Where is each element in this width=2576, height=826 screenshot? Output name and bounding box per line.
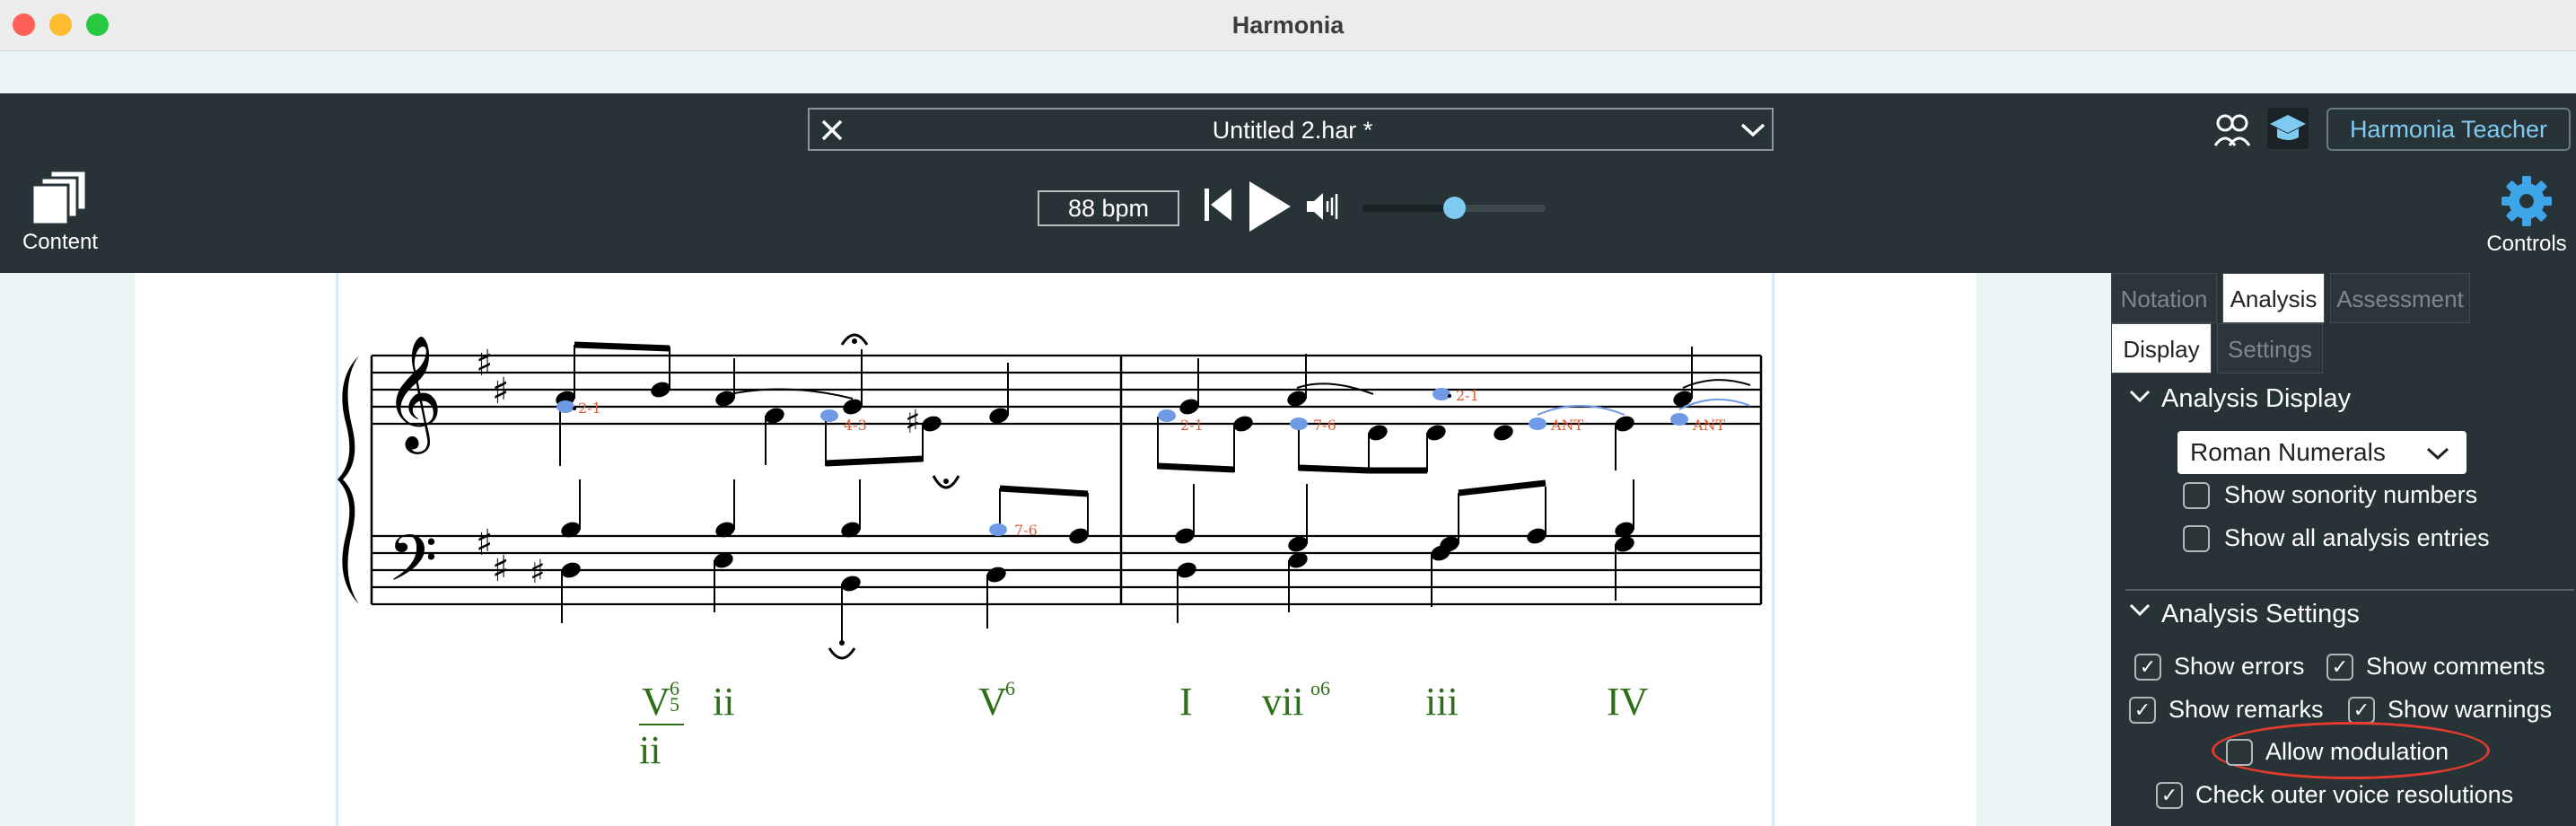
chevron-down-icon[interactable] [2129,602,2151,620]
annotation-5: 7-6 [1313,417,1336,434]
allow-modulation-label: Allow modulation [2265,738,2449,765]
annotation-6: 2-1 [1456,387,1479,404]
annotation-3: 7-6 [1014,522,1038,539]
file-name: Untitled 2.har * [1212,117,1373,144]
analysis-highlights [556,388,1688,536]
svg-text:♯: ♯ [476,523,493,564]
show-errors-label: Show errors [2174,653,2305,680]
show-comments-checkbox[interactable]: ✓ [2326,654,2353,681]
svg-text:♯: ♯ [492,371,509,412]
analysis-type-value: Roman Numerals [2190,438,2386,466]
analysis-settings-title: Analysis Settings [2161,600,2360,628]
tempo-field[interactable]: 88 bpm [1038,190,1179,226]
tab-assessment[interactable]: Assessment [2330,273,2470,323]
show-all-analysis-entries-checkbox[interactable] [2183,525,2210,552]
roman-numeral-iii: iii [1425,680,1459,724]
bass-beams [999,479,1546,497]
subtab-settings[interactable]: Settings [2217,323,2323,373]
tab-analysis[interactable]: Analysis [2222,273,2325,323]
roman-numeral-I: I [1179,680,1193,724]
analysis-type-select[interactable]: Roman Numerals [2177,431,2466,474]
check-outer-voice-resolutions-label: Check outer voice resolutions [2195,781,2514,808]
annotation-7: ANT [1550,417,1584,434]
content-label: Content [22,230,99,254]
gear-icon [2502,176,2552,226]
show-remarks-checkbox[interactable]: ✓ [2129,697,2156,724]
score-page: 𝄞 𝄢 ♯ ♯ ♯ ♯ ♯ ♯ 2-1 4-3 7-6 2-1 7-6 2-1 … [135,273,1976,826]
system-brace [337,356,359,604]
volume-slider-fill [1362,205,1452,212]
check-outer-voice-resolutions-checkbox[interactable]: ✓ [2156,782,2183,809]
show-warnings-label: Show warnings [2388,696,2553,723]
subtab-display[interactable]: Display [2111,323,2212,373]
treble-sharp: ♯ [905,404,920,441]
controls-button[interactable]: Controls [2477,174,2571,260]
roman-numeral-vii: vii [1262,680,1303,724]
annotation-1: 2-1 [578,400,601,417]
volume-slider-thumb[interactable] [1443,197,1466,219]
svg-text:♯: ♯ [476,343,493,384]
bass-clef-icon: 𝄢 [388,522,437,611]
annotation-4: 2-1 [1180,417,1204,434]
chevron-down-icon[interactable] [2129,388,2151,406]
score-notation: 𝄞 𝄢 ♯♯ ♯♯ ♯ ♯ 2-1 4-3 7-6 2-1 7-6 2-1 AN… [337,333,1763,772]
figure-5: 5 [670,693,679,716]
treble-clef-icon: 𝄞 [384,334,442,454]
annotation-2: 4-3 [844,417,867,434]
show-errors-checkbox[interactable]: ✓ [2134,654,2161,681]
harmonia-teacher-button[interactable]: Harmonia Teacher [2326,108,2571,151]
roman-numeral-V65: V [642,680,670,724]
controls-label: Controls [2486,232,2567,256]
volume-slider[interactable] [1362,197,1546,219]
roman-numeral-V6: V [978,680,1007,724]
play-icon[interactable] [1246,180,1292,233]
teacher-mode-toggle[interactable] [2267,108,2309,149]
content-button[interactable]: Content [20,167,101,257]
volume-icon[interactable] [1305,189,1341,224]
annotation-8: ANT [1692,417,1726,434]
analysis-display-title: Analysis Display [2161,384,2352,413]
roman-numeral-IV: IV [1607,680,1649,724]
file-selector[interactable]: Untitled 2.har * [808,108,1774,151]
bass-notes [561,522,1634,592]
treble-stems [559,345,1693,472]
toolbar: Content Untitled 2.har * 88 bpm Harmonia… [0,93,2576,273]
figure-vii: o6 [1310,677,1330,699]
tab-notation[interactable]: Notation [2111,273,2217,323]
show-all-analysis-entries-label: Show all analysis entries [2224,524,2490,551]
show-sonority-numbers-label: Show sonority numbers [2224,481,2478,508]
show-remarks-label: Show remarks [2169,696,2324,723]
svg-text:♯: ♯ [492,549,509,590]
allow-modulation-checkbox[interactable] [2226,739,2253,766]
pages-icon [31,169,88,226]
fermata-bottom [828,647,856,660]
bass-sharp: ♯ [530,554,545,591]
window-titlebar: Harmonia [0,0,2576,51]
figure-V6: 6 [1005,677,1015,699]
show-comments-label: Show comments [2366,653,2545,680]
collaborators-icon[interactable] [2213,113,2251,147]
show-warnings-checkbox[interactable]: ✓ [2348,697,2375,724]
chevron-down-icon [2426,447,2449,461]
tie-3 [1682,379,1751,389]
key-signature: ♯♯ ♯♯ [476,343,509,590]
top-strip [0,51,2576,93]
graduation-cap-icon [2270,115,2306,140]
window-title: Harmonia [1231,12,1345,39]
skip-to-start-icon[interactable] [1203,183,1233,226]
analysis-panel: Notation Analysis Assessment Display Set… [2111,273,2576,826]
roman-numeral-secondary-ii: ii [639,728,661,772]
roman-numeral-ii: ii [713,680,734,724]
section-divider [2125,589,2574,591]
show-sonority-numbers-checkbox[interactable] [2183,482,2210,509]
chevron-down-icon[interactable] [1739,120,1766,140]
